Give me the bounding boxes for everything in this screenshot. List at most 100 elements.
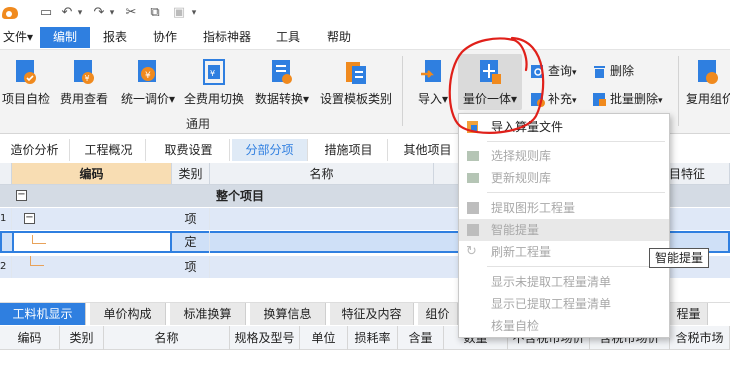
column-header[interactable]: 类别 [60,326,104,350]
menu-item-smart-extract: 智能提量 [459,219,669,241]
undo-dropdown-icon[interactable]: ▾ [76,4,84,22]
menu-item-refresh-qty: ↻ 刷新工程量 [466,244,552,260]
tab-quantity[interactable]: 程量 [670,303,708,325]
tab-unit-price[interactable]: 单价构成 [90,303,166,325]
smart-extract-icon [467,224,479,236]
cell-name: 整个项目 [215,189,264,203]
svg-text:¥: ¥ [85,74,90,83]
menu-item-import-qty-file[interactable]: 导入算量文件 [459,116,669,138]
data-convert-button[interactable]: 数据转换▾ [250,58,314,107]
menu-item-show-unextracted: 显示未提取工程量清单 [491,275,612,289]
tooltip: 智能提量 [649,248,709,268]
fee-view-button[interactable]: ¥ 费用查看 [58,58,110,107]
menu-tools[interactable]: 工具 [268,27,308,48]
tab-standard-conversion[interactable]: 标准换算 [170,303,246,325]
svg-text:¥: ¥ [210,69,215,78]
row-number-header [0,163,12,185]
paste-icon: ▣ [172,5,186,20]
menu-item-qty-self-check: 核量自检 [491,319,540,333]
ribbon-divider [402,56,403,126]
tab-project-overview[interactable]: 工程概况 [72,139,146,161]
column-header[interactable]: 编码 [0,326,60,350]
qty-price-dropdown-menu: 导入算量文件 选择规则库 更新规则库 提取图形工程量 智能提量 ↻ 刷新工程量 … [458,113,670,338]
menu-separator [487,141,665,142]
reuse-pricing-button[interactable]: 复用组价 [686,58,730,107]
supplement-button[interactable]: 补充▾ [530,90,577,108]
column-header-name[interactable]: 名称 [210,163,434,185]
menu-item-update-rule-lib: 更新规则库 [459,167,669,189]
tree-connector [30,256,44,266]
qty-price-integration-button[interactable]: 量价一体▾ [458,54,522,110]
import-file-icon [467,121,478,133]
tree-connector [32,235,46,244]
supplement-icon [531,93,545,107]
menu-report[interactable]: 报表 [96,27,134,48]
tab-cost-analysis[interactable]: 造价分析 [0,139,70,161]
set-template-category-button[interactable]: 设置模板类别 [318,58,394,107]
update-rules-icon [467,173,479,183]
fee-view-icon: ¥ [74,60,94,84]
delete-button[interactable]: 删除 [592,62,634,80]
menu-edit[interactable]: 编制 [40,27,90,48]
copy-icon[interactable]: ⧉ [148,4,162,22]
query-button[interactable]: 查询▾ [530,62,577,80]
data-convert-icon [272,60,292,84]
tab-features[interactable]: 特征及内容 [330,303,414,325]
unified-price-adjust-button[interactable]: ¥ 统一调价▾ [118,58,178,107]
save-icon[interactable]: ▭ [38,4,54,22]
group-label-general: 通用 [186,117,211,131]
menu-file[interactable]: 文件▾ [0,27,36,48]
tab-sub-items[interactable]: 分部分项 [232,139,308,161]
import-button[interactable]: 导入▾ [414,58,452,107]
menu-bar: 文件▾ 编制 报表 协作 指标神器 工具 帮助 [0,27,730,48]
cell-type: 项 [172,256,210,278]
tab-materials[interactable]: 工料机显示 [0,303,86,325]
column-header[interactable]: 规格及型号 [230,326,300,350]
svg-text:¥: ¥ [145,71,151,81]
tab-fee-settings[interactable]: 取费设置 [148,139,230,161]
column-header-type[interactable]: 类别 [172,163,210,185]
menu-index-tool[interactable]: 指标神器 [198,27,256,48]
full-cost-switch-button[interactable]: ¥ 全费用切换 [184,58,244,107]
redo-icon[interactable]: ↷ [92,4,106,22]
cell-type: 定 [172,231,210,253]
rule-library-icon [467,151,479,161]
column-header[interactable]: 损耗率 [348,326,398,350]
qty-price-icon [480,60,501,84]
trash-icon [594,66,605,78]
collapse-toggle-icon[interactable]: − [24,213,35,224]
batch-delete-button[interactable]: 批量删除▾ [592,90,663,108]
project-check-icon [16,60,36,84]
cell-type: 项 [172,208,210,230]
menu-item-extract-graphic-qty: 提取图形工程量 [459,197,669,219]
column-header[interactable]: 名称 [104,326,230,350]
full-cost-switch-icon: ¥ [203,59,225,85]
menu-separator [487,192,665,193]
cut-icon[interactable]: ✂ [124,4,138,22]
tab-measure-items[interactable]: 措施项目 [310,139,388,161]
redo-dropdown-icon[interactable]: ▾ [108,4,116,22]
reuse-pricing-icon [698,60,718,84]
tab-pricing[interactable]: 组价 [418,303,458,325]
extract-qty-icon [467,202,479,214]
column-header-code[interactable]: 编码 [12,163,172,185]
import-icon [421,60,441,82]
column-header[interactable]: 含税市场 [670,326,730,350]
menu-collaborate[interactable]: 协作 [146,27,184,48]
menu-separator [487,266,665,267]
row-number: 2 [0,256,12,278]
collapse-toggle-icon[interactable]: − [16,190,27,201]
batch-delete-icon [593,93,606,106]
tab-other-items[interactable]: 其他项目 [390,139,466,161]
title-bar: ▭ ↶ ▾ ↷ ▾ ✂ ⧉ ▣ ▾ [0,0,730,26]
column-header[interactable]: 单位 [300,326,348,350]
customize-dropdown-icon[interactable]: ▾ [190,4,198,22]
undo-icon[interactable]: ↶ [60,4,74,22]
template-category-icon [346,62,366,84]
tab-conversion-info[interactable]: 换算信息 [250,303,326,325]
ribbon-divider [678,56,679,126]
column-header[interactable]: 含量 [398,326,444,350]
menu-help[interactable]: 帮助 [318,27,360,48]
project-check-button[interactable]: 项目自检 [0,58,52,107]
row-number: 1 [0,208,12,230]
